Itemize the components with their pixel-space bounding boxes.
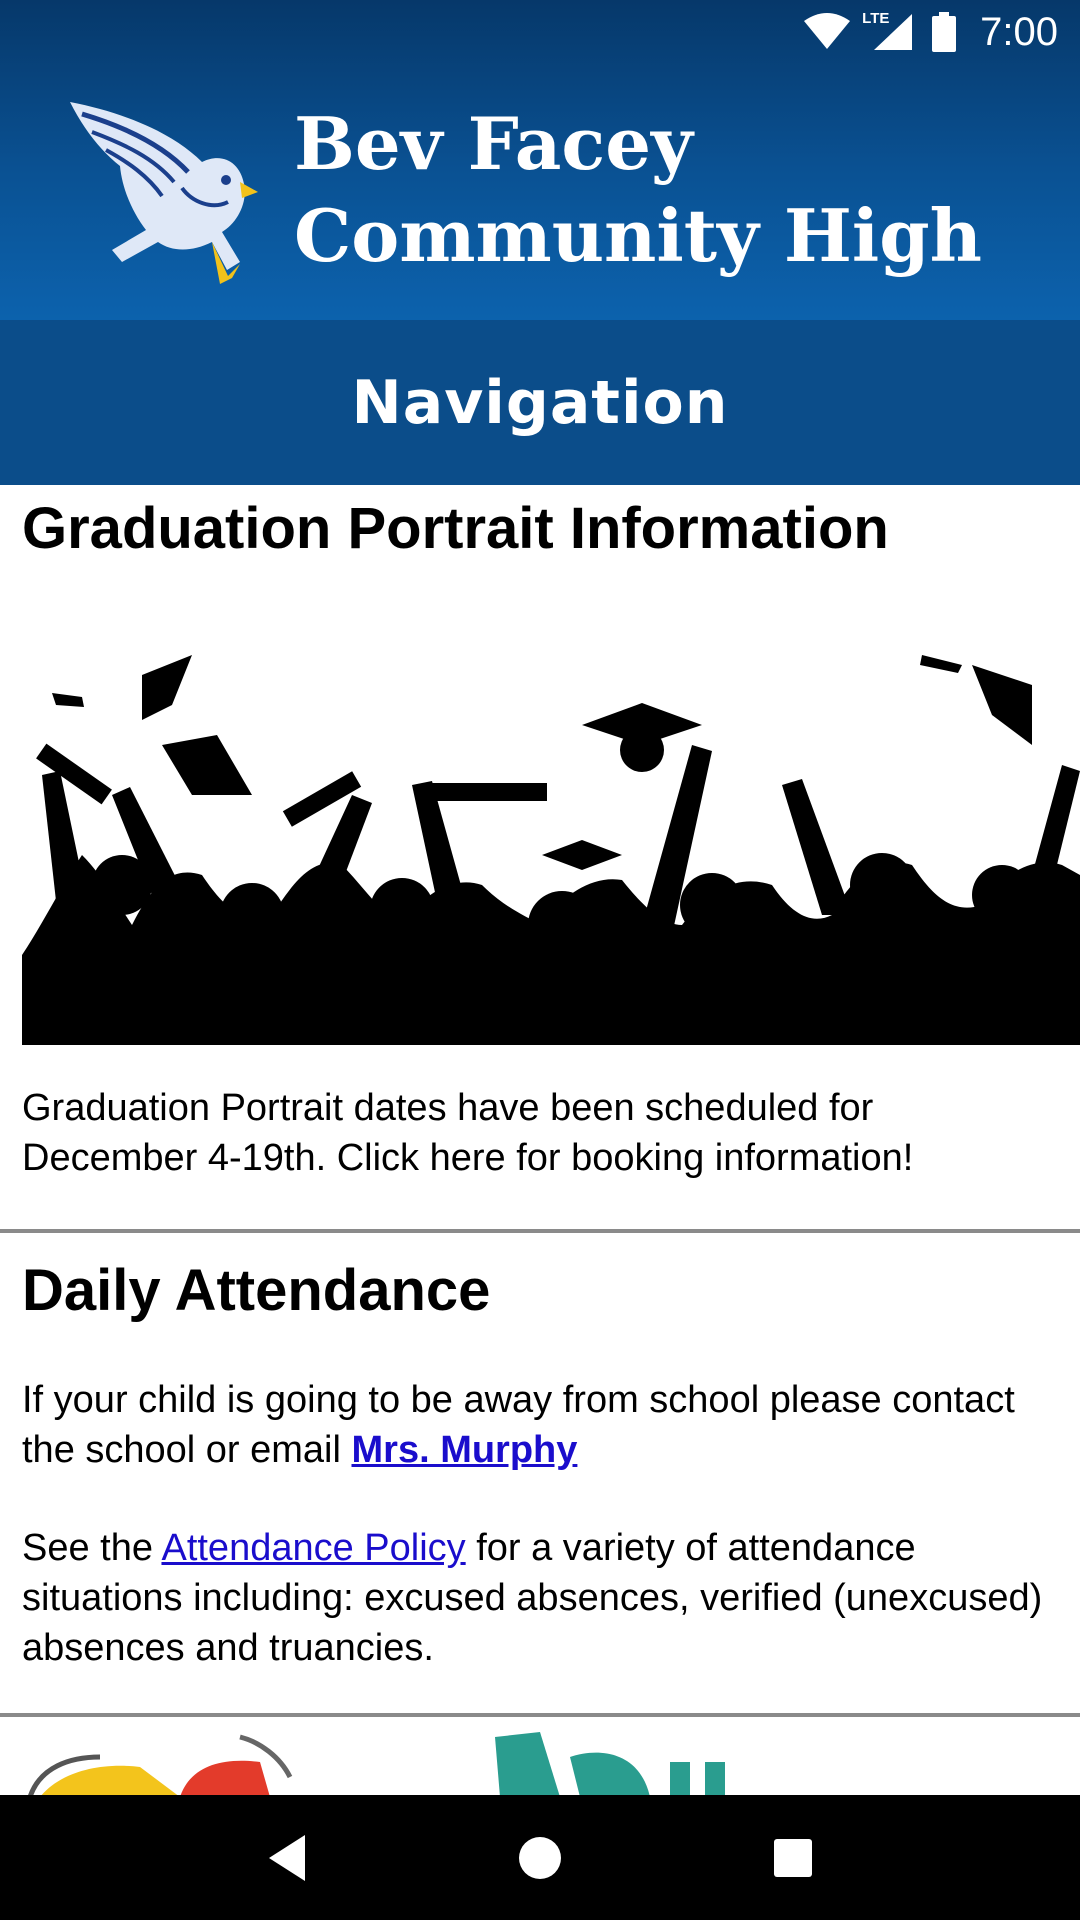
recents-button[interactable] xyxy=(763,1828,823,1888)
battery-icon xyxy=(932,12,957,52)
graduates-silhouette-image[interactable] xyxy=(22,625,1080,1045)
recents-icon xyxy=(774,1838,813,1877)
back-button[interactable] xyxy=(257,1828,317,1888)
attendance-policy-text: See the Attendance Policy for a variety … xyxy=(22,1523,1058,1673)
school-name: Bev Facey Community High xyxy=(294,98,982,282)
navigation-label: Navigation xyxy=(351,367,729,438)
graduation-info-text[interactable]: Graduation Portrait dates have been sche… xyxy=(22,1083,1058,1183)
school-logo[interactable]: Bev Facey Community High xyxy=(62,92,1022,292)
home-icon xyxy=(518,1836,561,1879)
school-name-line1: Bev Facey xyxy=(294,101,693,186)
graduation-section-title: Graduation Portrait Information xyxy=(22,496,889,561)
clock: 7:00 xyxy=(980,9,1058,54)
home-button[interactable] xyxy=(510,1828,570,1888)
next-section-image-peek[interactable] xyxy=(0,1717,1080,1795)
attendance-policy-link[interactable]: Attendance Policy xyxy=(161,1527,465,1569)
network-label: LTE xyxy=(862,10,890,27)
system-navigation-bar xyxy=(0,1795,1080,1920)
back-icon xyxy=(268,1834,305,1881)
lte-signal-icon: LTE xyxy=(862,10,914,52)
wifi-icon xyxy=(804,13,851,51)
attendance-contact-text: If your child is going to be away from s… xyxy=(22,1375,1058,1475)
hawk-mascot-icon xyxy=(70,102,258,284)
app-header: LTE 7:00 Bev Facey Community High xyxy=(0,0,1080,320)
section-divider xyxy=(0,1229,1080,1233)
status-bar: LTE 7:00 xyxy=(0,0,1080,64)
mrs-murphy-email-link[interactable]: Mrs. Murphy xyxy=(352,1429,578,1471)
page-content[interactable]: Graduation Portrait Information Graduati… xyxy=(0,485,1080,1795)
navigation-menu-button[interactable]: Navigation xyxy=(0,320,1080,485)
attendance-policy-prefix: See the xyxy=(22,1527,162,1569)
school-name-line2: Community High xyxy=(294,193,982,278)
attendance-section-title: Daily Attendance xyxy=(22,1258,491,1323)
